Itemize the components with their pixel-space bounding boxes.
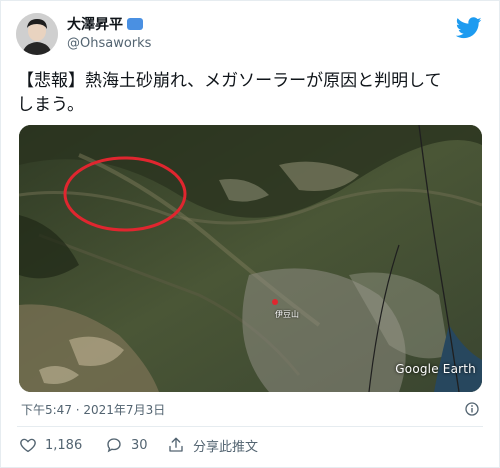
reply-count: 30	[131, 437, 148, 453]
satellite-map	[19, 125, 482, 392]
like-button[interactable]: 1,186	[19, 434, 82, 456]
tweet-timestamp[interactable]: 下午5:47 · 2021年7月3日	[21, 403, 165, 417]
action-bar: 1,186 30 分享此推文	[19, 434, 483, 456]
user-handle[interactable]: @Ohsaworks	[67, 36, 151, 51]
like-count: 1,186	[45, 437, 83, 453]
map-place-label: 伊豆山	[275, 310, 299, 319]
verified-badge-icon	[127, 18, 143, 30]
reply-bubble-icon	[107, 438, 121, 453]
tweet-media-image[interactable]: Google Earth	[19, 125, 482, 392]
reply-button[interactable]: 30	[105, 434, 148, 456]
twitter-bird-icon[interactable]	[456, 17, 482, 39]
map-pin-icon	[272, 299, 278, 305]
google-earth-watermark: Google Earth	[395, 362, 476, 376]
heart-icon	[20, 438, 36, 453]
tweet-header: 大澤昇平 @Ohsaworks	[14, 11, 486, 61]
display-name[interactable]: 大澤昇平	[67, 14, 123, 34]
divider	[17, 426, 483, 427]
share-button[interactable]: 分享此推文	[167, 434, 258, 456]
share-label: 分享此推文	[193, 439, 259, 455]
info-icon[interactable]	[465, 402, 479, 416]
share-icon	[169, 437, 183, 452]
tweet-card: 大澤昇平 @Ohsaworks 【悲報】熱海土砂崩れ、メガソーラーが原因と判明し…	[0, 0, 500, 468]
tweet-meta: 下午5:47 · 2021年7月3日	[21, 401, 483, 419]
tweet-text: 【悲報】熱海土砂崩れ、メガソーラーが原因と判明して しまう。	[17, 71, 442, 115]
avatar-image	[16, 13, 58, 55]
avatar[interactable]	[16, 13, 58, 55]
